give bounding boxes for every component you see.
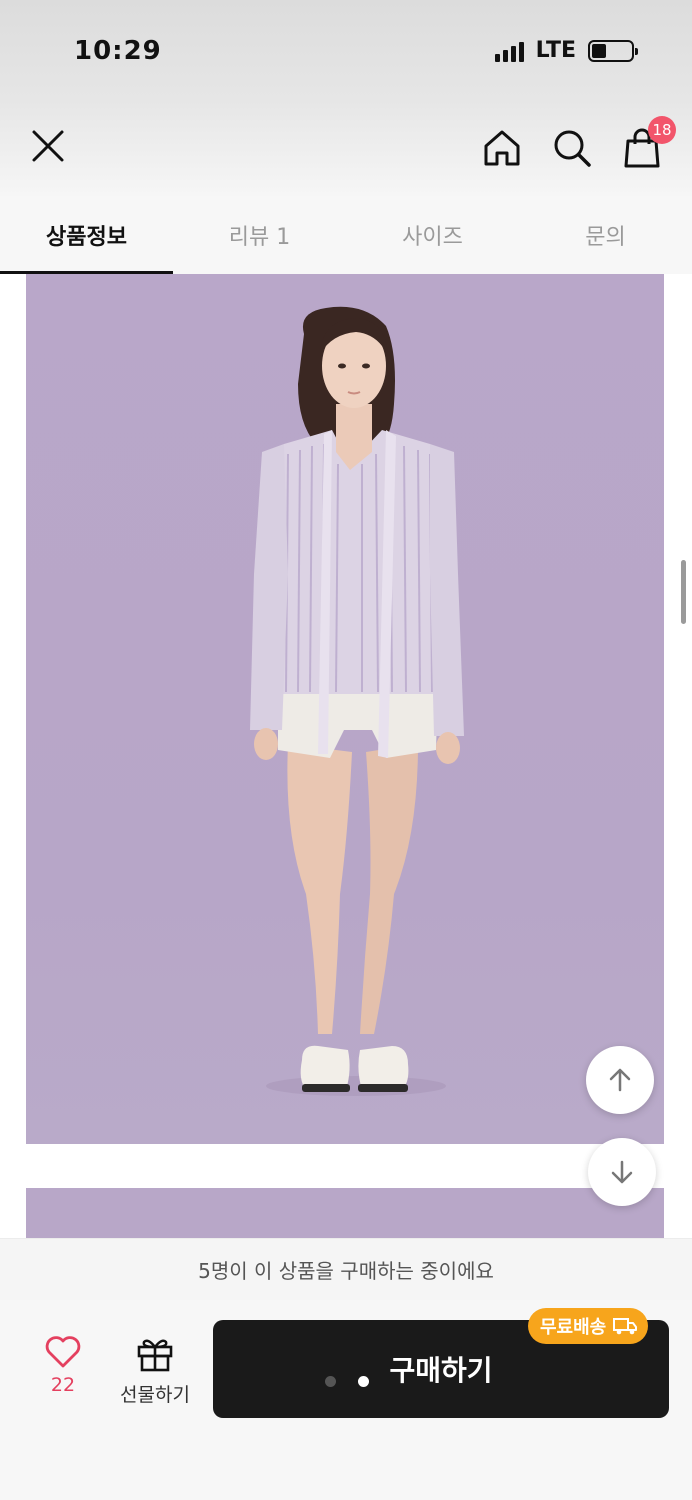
- tab-size[interactable]: 사이즈: [346, 196, 519, 274]
- top-navigation: 18: [0, 100, 692, 196]
- battery-icon: [588, 39, 638, 62]
- scroll-up-button[interactable]: [586, 1046, 654, 1114]
- pager-dot: [325, 1376, 336, 1387]
- product-image-next: [26, 1188, 664, 1238]
- cart-count-badge: 18: [648, 116, 676, 144]
- like-count: 22: [50, 1374, 76, 1396]
- arrow-up-icon: [609, 1068, 631, 1092]
- arrow-down-icon: [611, 1160, 633, 1184]
- close-button[interactable]: [22, 120, 74, 172]
- product-detail-content: [0, 274, 692, 1238]
- tab-reviews[interactable]: 리뷰 1: [173, 196, 346, 274]
- search-button[interactable]: [546, 122, 598, 174]
- purchase-activity-banner: 5명이 이 상품을 구매하는 중이에요: [0, 1238, 692, 1300]
- model-photo: [250, 306, 464, 1096]
- tab-inquiry[interactable]: 문의: [519, 196, 692, 274]
- product-tabs: 상품정보 리뷰 1 사이즈 문의: [0, 196, 692, 274]
- home-icon: [484, 130, 520, 166]
- signal-icon: [494, 40, 524, 62]
- status-bar: 10:29 LTE: [0, 0, 692, 100]
- buy-label: 구매하기: [389, 1354, 493, 1387]
- cart-button[interactable]: 18: [616, 116, 676, 174]
- like-button[interactable]: 22: [26, 1336, 100, 1396]
- bottom-action-bar: 22 선물하기 구매하기 무료배송: [0, 1300, 692, 1500]
- network-label: LTE: [535, 38, 576, 63]
- gift-button[interactable]: 선물하기: [112, 1336, 198, 1407]
- gift-label: 선물하기: [120, 1384, 190, 1406]
- search-icon: [554, 130, 591, 167]
- pager-dot-active: [358, 1376, 369, 1387]
- tab-product-info[interactable]: 상품정보: [0, 196, 173, 274]
- heart-icon: [45, 1336, 81, 1368]
- gift-icon: [137, 1339, 173, 1372]
- free-shipping-label: 무료배송: [540, 1317, 607, 1338]
- status-time: 10:29: [74, 36, 162, 66]
- free-shipping-badge: 무료배송: [528, 1308, 649, 1344]
- scrollbar[interactable]: [681, 560, 686, 624]
- pager-dots: [325, 1376, 369, 1387]
- status-indicators: LTE: [494, 38, 638, 63]
- home-button[interactable]: [476, 122, 528, 174]
- truck-icon: [613, 1318, 638, 1335]
- product-image: [26, 274, 664, 1144]
- close-icon: [32, 130, 64, 162]
- scroll-down-button[interactable]: [588, 1138, 656, 1206]
